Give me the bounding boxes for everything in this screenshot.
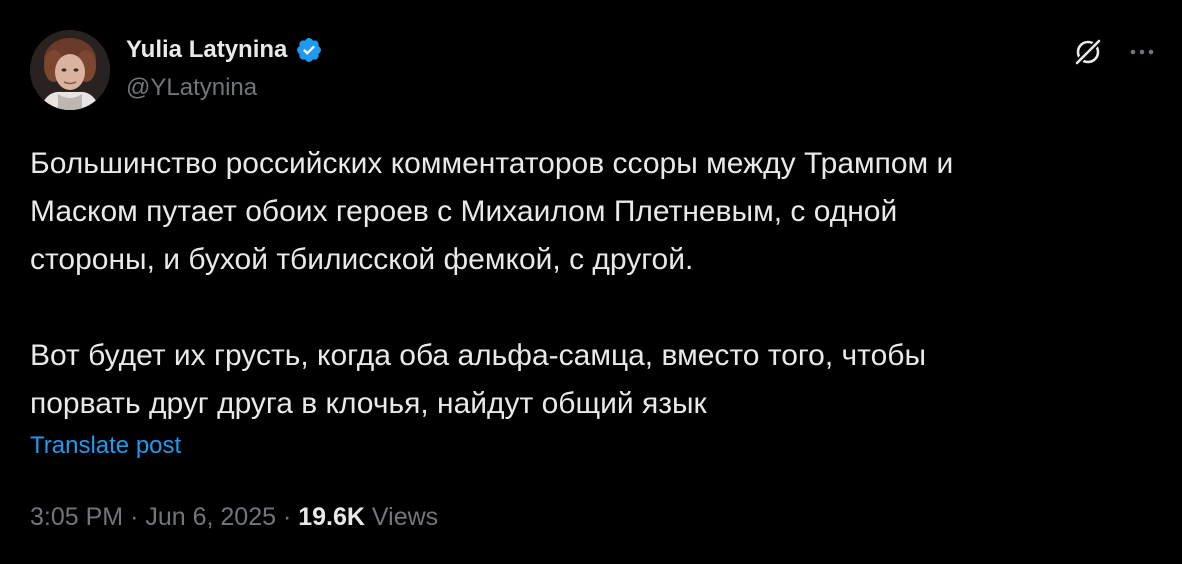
more-options-icon[interactable] xyxy=(1124,34,1160,70)
post-paragraph-1: Большинство российских комментаторов ссо… xyxy=(30,147,954,276)
verified-badge-icon[interactable] xyxy=(295,36,323,64)
post-metadata: 3:05 PM · Jun 6, 2025 · 19.6K Views xyxy=(30,503,438,532)
author-handle[interactable]: @YLatynina xyxy=(126,74,257,102)
meta-separator: · xyxy=(130,503,139,531)
meta-separator: · xyxy=(282,503,292,531)
author-name-row: Yulia Latynina xyxy=(126,33,323,67)
views-count: 19.6K xyxy=(298,503,365,531)
post-time[interactable]: 3:05 PM xyxy=(30,503,123,531)
translate-post-link[interactable]: Translate post xyxy=(30,432,181,460)
grok-icon[interactable] xyxy=(1070,34,1106,70)
avatar-image xyxy=(30,30,110,110)
post-date[interactable]: Jun 6, 2025 xyxy=(145,503,276,531)
post-text: Большинство российских комментаторов ссо… xyxy=(30,140,1150,428)
post-paragraph-2: Вот будет их грусть, когда оба альфа-сам… xyxy=(30,339,927,420)
author-display-name[interactable]: Yulia Latynina xyxy=(126,36,287,64)
avatar[interactable] xyxy=(30,30,110,110)
tweet-card: Yulia Latynina @YLatynina Большинство ро… xyxy=(0,0,1182,564)
views-label: Views xyxy=(371,503,439,531)
